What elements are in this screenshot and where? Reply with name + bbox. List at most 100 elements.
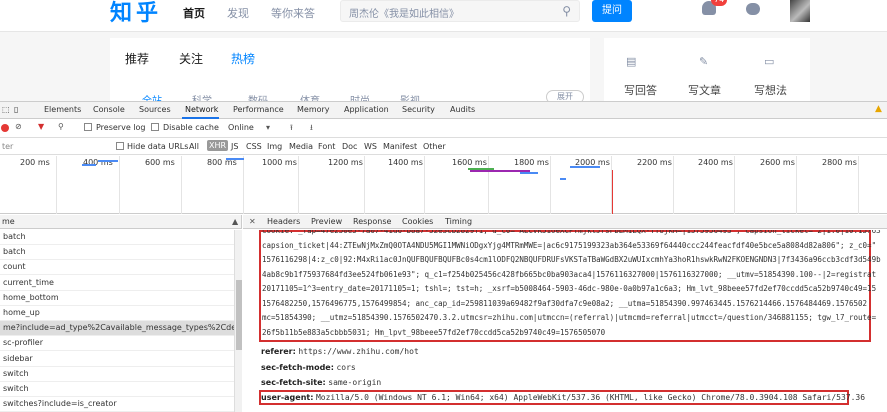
- warning-icon[interactable]: ▲: [875, 104, 882, 114]
- cookie-line: cookie: _fap=47e250e5-7a07-41d6-b8a7-52e…: [262, 230, 881, 235]
- cookie-line: 4ab8c9b1f75937684fd3ee524fb061e93"; q_c1…: [262, 269, 877, 279]
- request-row[interactable]: current_time: [0, 276, 234, 291]
- tab-sources[interactable]: Sources: [139, 105, 171, 114]
- timeline-request-bar: [560, 178, 566, 180]
- clear-icon[interactable]: ⊘: [15, 122, 22, 131]
- inspect-icon[interactable]: ⬚: [2, 105, 10, 114]
- timeline-tick-label: 600 ms: [145, 158, 175, 167]
- filter-all[interactable]: All: [189, 142, 199, 151]
- tab-network[interactable]: Network: [185, 105, 218, 114]
- timeline-gridline: [243, 156, 244, 214]
- timeline-tick-label: 2600 ms: [760, 158, 795, 167]
- tab-recommend[interactable]: 推荐: [125, 50, 149, 67]
- request-row[interactable]: switches?include=is_creator: [0, 397, 234, 412]
- zhihu-logo[interactable]: 知乎: [110, 0, 162, 27]
- feed-card: 推荐 关注 热榜 全站 科学 数码 体育 时尚 影视 展开: [110, 38, 590, 102]
- tab-memory[interactable]: Memory: [297, 105, 330, 114]
- filter-manifest[interactable]: Manifest: [383, 142, 417, 151]
- search-placeholder: 周杰伦《我是如此相信》: [349, 9, 459, 20]
- avatar[interactable]: [790, 0, 810, 22]
- device-toolbar-icon[interactable]: ▯: [14, 105, 18, 114]
- request-list-scrollbar[interactable]: [234, 230, 242, 412]
- filter-css[interactable]: CSS: [246, 142, 262, 151]
- search-input[interactable]: 周杰伦《我是如此相信》 ⚲: [340, 0, 580, 22]
- tab-follow[interactable]: 关注: [179, 50, 203, 67]
- disable-cache-checkbox[interactable]: [151, 123, 159, 131]
- filter-img[interactable]: Img: [267, 142, 282, 151]
- nav-waiting-answers[interactable]: 等你来答: [271, 5, 315, 21]
- sort-arrow-icon: ▲: [232, 217, 239, 226]
- site-header: 知乎 首页 发现 等你来答 周杰伦《我是如此相信》 ⚲ 提问 74: [0, 0, 887, 32]
- chevron-down-icon[interactable]: ▾: [266, 123, 270, 132]
- request-row[interactable]: sidebar: [0, 352, 234, 367]
- tab-response[interactable]: Response: [353, 217, 391, 226]
- tab-audits[interactable]: Audits: [450, 105, 475, 114]
- filter-icon[interactable]: ▼: [38, 122, 44, 131]
- import-har-icon[interactable]: ⭱: [290, 122, 293, 136]
- disable-cache-label: Disable cache: [163, 123, 219, 132]
- search-icon[interactable]: ⚲: [562, 4, 571, 18]
- detail-tab-bar: ✕ Headers Preview Response Cookies Timin…: [243, 215, 887, 229]
- request-headers-panel: cookie: _fap=47e250e5-7a07-41d6-b8a7-52e…: [243, 230, 887, 412]
- request-row[interactable]: switch: [0, 367, 234, 382]
- request-row[interactable]: sc-profiler: [0, 336, 234, 352]
- timeline-tick-label: 1800 ms: [514, 158, 549, 167]
- filter-input[interactable]: ter: [2, 142, 13, 151]
- tab-preview[interactable]: Preview: [311, 217, 342, 226]
- write-idea-button[interactable]: 写想法: [754, 82, 787, 98]
- filter-xhr[interactable]: XHR: [207, 140, 229, 151]
- filter-ws[interactable]: WS: [364, 142, 377, 151]
- timeline-request-bar: [520, 172, 538, 174]
- tab-performance[interactable]: Performance: [233, 105, 284, 114]
- request-row[interactable]: batch: [0, 245, 234, 261]
- ask-button[interactable]: 提问: [592, 0, 632, 22]
- article-icon: ✎: [699, 55, 709, 68]
- throttle-select[interactable]: Online: [228, 123, 254, 132]
- record-icon[interactable]: [1, 124, 9, 132]
- timeline-request-bar: [82, 164, 96, 166]
- search-network-icon[interactable]: ⚲: [58, 122, 64, 131]
- timeline-tick-label: 2800 ms: [822, 158, 857, 167]
- write-article-button[interactable]: 写文章: [688, 82, 721, 98]
- nav-discover[interactable]: 发现: [227, 5, 249, 21]
- timeline-tick-label: 1000 ms: [262, 158, 297, 167]
- timeline-gridline: [56, 156, 57, 214]
- tab-elements[interactable]: Elements: [44, 105, 81, 114]
- request-row[interactable]: count: [0, 260, 234, 276]
- request-row[interactable]: me?include=ad_type%2Cavailable_message_t…: [0, 321, 234, 337]
- export-har-icon[interactable]: ⭳: [310, 122, 313, 136]
- load-event-marker: [612, 170, 613, 214]
- tab-console[interactable]: Console: [93, 105, 125, 114]
- nav-home[interactable]: 首页: [183, 5, 205, 21]
- request-row[interactable]: switch: [0, 382, 234, 397]
- request-row[interactable]: batch: [0, 230, 234, 245]
- tab-timing[interactable]: Timing: [445, 217, 472, 226]
- request-row[interactable]: home_up: [0, 306, 234, 321]
- cookie-line: 1576116298|4:z_c0|92:M4xRi1ac0JnQUFBQUFB…: [262, 255, 881, 264]
- tab-security[interactable]: Security: [402, 105, 435, 114]
- tab-cookies[interactable]: Cookies: [402, 217, 433, 226]
- cookie-line: capsion_ticket|44:ZTEwNjMxZmQ0OTA4NDU5MG…: [262, 240, 877, 250]
- close-icon[interactable]: ✕: [249, 217, 256, 226]
- filter-other[interactable]: Other: [423, 142, 446, 151]
- header-sec-fetch-mode: sec-fetch-mode: cors: [261, 363, 356, 372]
- tab-application[interactable]: Application: [344, 105, 389, 114]
- filter-font[interactable]: Font: [318, 142, 335, 151]
- timeline-request-bar: [226, 158, 244, 160]
- request-row[interactable]: home_bottom: [0, 291, 234, 306]
- hide-data-urls-checkbox[interactable]: [116, 142, 124, 150]
- filter-media[interactable]: Media: [289, 142, 313, 151]
- cookie-line: 1576482250,1576496775,1576499854; anc_ca…: [262, 298, 868, 308]
- preserve-log-checkbox[interactable]: [84, 123, 92, 131]
- name-column-header[interactable]: me ▲: [0, 215, 242, 229]
- timeline-overview[interactable]: 200 ms 400 ms 600 ms 800 ms 1000 ms 1200 ms 14…: [0, 156, 887, 214]
- timeline-gridline: [550, 156, 551, 214]
- filter-js[interactable]: JS: [231, 142, 238, 151]
- message-icon[interactable]: [746, 3, 760, 15]
- filter-doc[interactable]: Doc: [342, 142, 357, 151]
- tab-headers[interactable]: Headers: [267, 217, 300, 226]
- write-answer-button[interactable]: 写回答: [624, 82, 657, 98]
- header-value: https://www.zhihu.com/hot: [298, 347, 419, 356]
- scrollbar-thumb[interactable]: [236, 280, 242, 350]
- tab-hot[interactable]: 热榜: [231, 50, 255, 67]
